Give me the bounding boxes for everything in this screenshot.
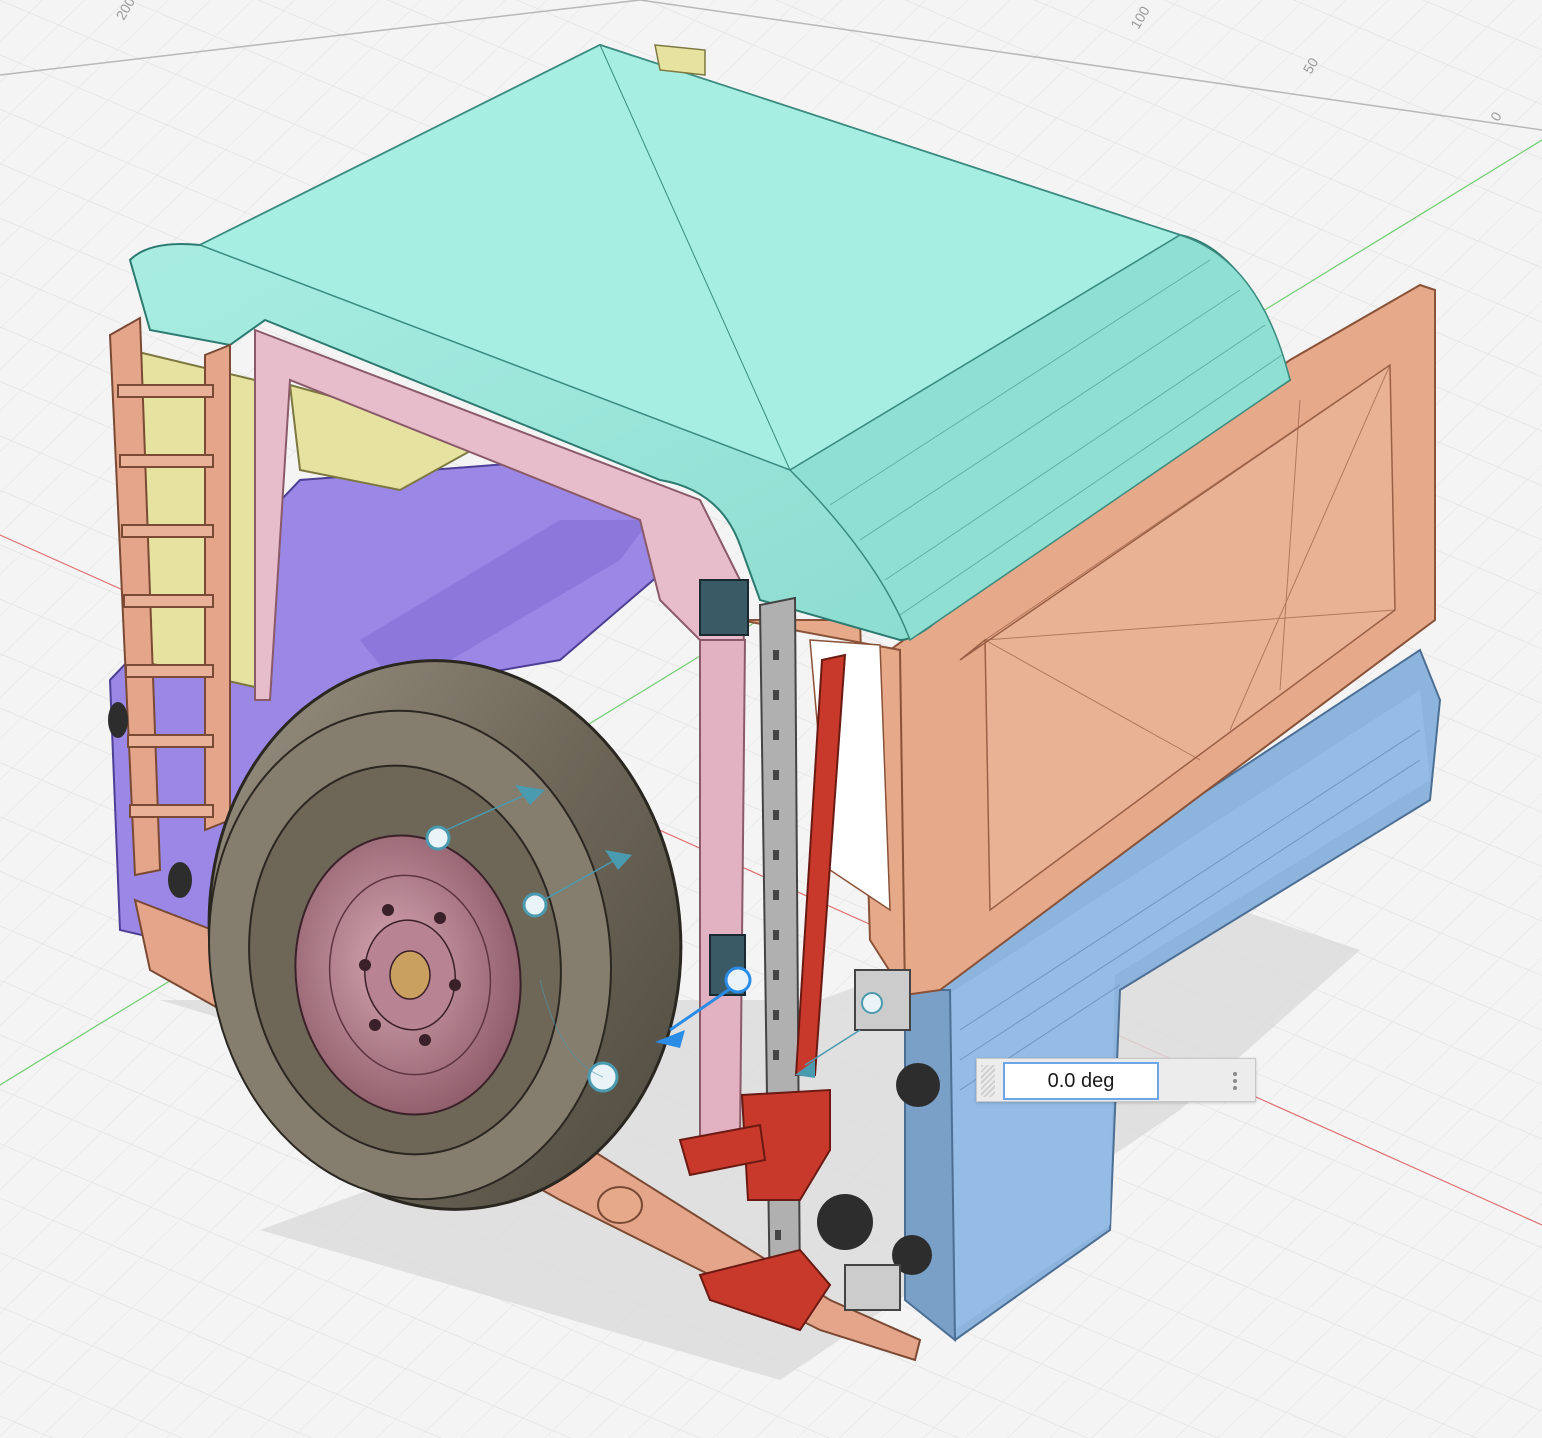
rotate-handle[interactable]	[861, 992, 883, 1014]
model-scene[interactable]: 200 100 50 0	[0, 0, 1542, 1438]
drag-grip[interactable]	[981, 1065, 995, 1097]
menu-dot	[1233, 1072, 1237, 1076]
rotate-handle[interactable]	[522, 892, 548, 918]
3d-viewport[interactable]: 200 100 50 0	[0, 0, 1542, 1438]
menu-dot	[1233, 1086, 1237, 1090]
roof-vent	[654, 44, 706, 76]
tow-hitch[interactable]	[597, 1186, 643, 1224]
move-handle[interactable]	[724, 966, 752, 994]
more-options-icon[interactable]	[1229, 1067, 1241, 1095]
angle-input-dialog	[976, 1058, 1256, 1102]
menu-dot	[1233, 1079, 1237, 1083]
wheel-hub	[389, 950, 431, 1000]
rotate-handle[interactable]	[425, 825, 451, 851]
angle-input[interactable]	[1003, 1062, 1159, 1100]
